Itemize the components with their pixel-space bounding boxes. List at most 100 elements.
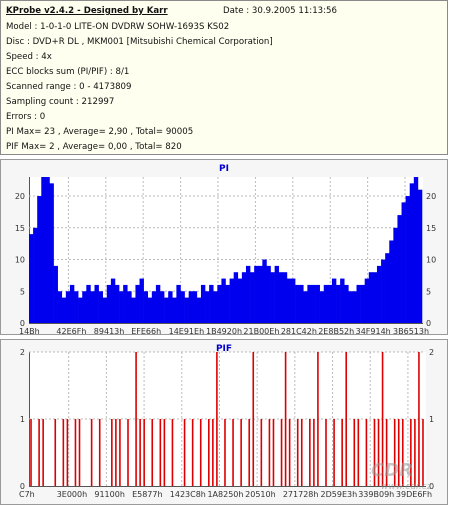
x-tick-label: 14Bh <box>19 327 40 336</box>
pif-bar <box>183 419 186 486</box>
range-line: Scanned range : 0 - 4173809 <box>6 82 132 92</box>
pi-bar <box>295 284 300 323</box>
pif-bar <box>171 419 174 486</box>
x-tick-label: 3B6513h <box>393 327 429 336</box>
pif-bar <box>119 419 121 486</box>
y-tick-label-right: 20 <box>426 192 436 201</box>
pi-bar <box>131 297 136 323</box>
y-tick-label-right: 5 <box>426 287 431 296</box>
pi-bar <box>135 284 140 323</box>
y-tick-label-left: 5 <box>20 287 25 296</box>
pi-bar <box>233 272 239 323</box>
pi-bar <box>381 259 386 323</box>
pi-bar <box>348 291 353 323</box>
pi-bar <box>229 278 234 323</box>
y-tick-label-right: 10 <box>426 256 436 265</box>
pi-bar <box>168 291 173 323</box>
pi-bar <box>65 291 71 323</box>
pi-bar <box>45 177 50 323</box>
pi-bar <box>340 278 345 323</box>
pi-bar <box>336 284 341 323</box>
speed-line: Speed : 4x <box>6 52 52 62</box>
pi-bar <box>213 291 218 323</box>
pi-bar <box>41 177 46 323</box>
x-tick-label: 1B4920h <box>206 327 242 336</box>
pif-bar <box>317 352 319 486</box>
pi-bar <box>82 291 87 323</box>
pif-bar <box>284 352 287 486</box>
y-tick-label-right: 2 <box>429 348 434 357</box>
pi-bar <box>139 278 144 323</box>
pif-bar <box>252 352 255 486</box>
pi-bar <box>397 215 402 323</box>
pif-bar <box>90 419 93 486</box>
pif-bar <box>78 419 81 486</box>
pi-bar <box>155 284 161 323</box>
pi-bar <box>356 284 361 323</box>
pi-bar <box>303 291 308 323</box>
pi-bar <box>282 272 288 323</box>
pi-bar <box>352 291 357 323</box>
pi-bar <box>323 284 329 323</box>
cdr-watermark: CDR www.cdr.cz <box>367 460 441 500</box>
ecc-line: ECC blocks sum (PI/PIF) : 8/1 <box>6 67 130 77</box>
x-tick-label: 281C42h <box>281 327 317 336</box>
pif-bar <box>272 419 275 486</box>
pi-bar <box>114 284 120 323</box>
pi-bar <box>98 291 103 323</box>
y-tick-label-right: 1 <box>429 415 434 424</box>
pi-bar <box>274 265 280 323</box>
y-tick-label-left: 20 <box>15 192 25 201</box>
pif-bar <box>54 419 57 486</box>
pi-bar <box>217 284 222 323</box>
x-tick-label: 3E000h <box>57 490 87 499</box>
pif-bar <box>135 352 137 486</box>
pi-bar <box>262 259 267 323</box>
pi-bar <box>49 183 54 323</box>
pi-bar <box>245 265 251 323</box>
pif-bar <box>288 419 291 486</box>
pif-bar <box>62 419 65 486</box>
x-tick-label: 1A8250h <box>207 490 243 499</box>
x-tick-label: 21B00Eh <box>243 327 279 336</box>
pif-chart-panel: PIF 0 0 1 1 2 2 C7h 3E000h 91100h E5877h 1423C8h 1A… <box>0 339 448 505</box>
pi-bar <box>37 196 42 323</box>
pi-bar <box>74 291 79 323</box>
disc-line: Disc : DVD+R DL , MKM001 [Mitsubishi Che… <box>6 37 273 47</box>
x-tick-label: 2E8B52h <box>318 327 354 336</box>
pi-bar <box>151 291 157 323</box>
pif-bar <box>313 419 315 486</box>
pif-bar <box>268 419 271 486</box>
x-tick-label: 42E6Fh <box>56 327 86 336</box>
pif-bar <box>74 419 77 486</box>
pif-bar <box>248 419 251 486</box>
pi-bar <box>94 284 99 323</box>
y-tick-label-left: 15 <box>15 224 25 233</box>
x-tick-label: 91100h <box>94 490 125 499</box>
pif-bar <box>127 419 129 486</box>
x-tick-label: 2D59E3h <box>321 490 358 499</box>
pif-bar <box>357 419 360 486</box>
errors-line: Errors : 0 <box>6 112 46 122</box>
y-tick-label-left: 10 <box>15 256 25 265</box>
pi-bar <box>90 291 95 323</box>
pi-bar <box>57 291 63 323</box>
pi-bar <box>385 253 390 323</box>
pif-bar <box>30 419 32 486</box>
pi-bar <box>286 278 292 323</box>
pi-bar <box>417 189 423 323</box>
pi-bar <box>307 284 312 323</box>
pi-bar <box>53 265 58 323</box>
pif-bar <box>300 419 303 486</box>
pi-bar <box>106 284 112 323</box>
sampling-line: Sampling count : 212997 <box>6 97 115 107</box>
pi-bar <box>164 297 169 323</box>
pi-bar <box>205 291 210 323</box>
pi-bar <box>254 265 259 323</box>
pif-bar <box>139 419 141 486</box>
pi-bar <box>61 297 67 323</box>
pi-bar <box>184 297 189 323</box>
pi-bar <box>86 284 91 323</box>
pi-bar <box>102 297 108 323</box>
pi-bar <box>172 297 177 323</box>
